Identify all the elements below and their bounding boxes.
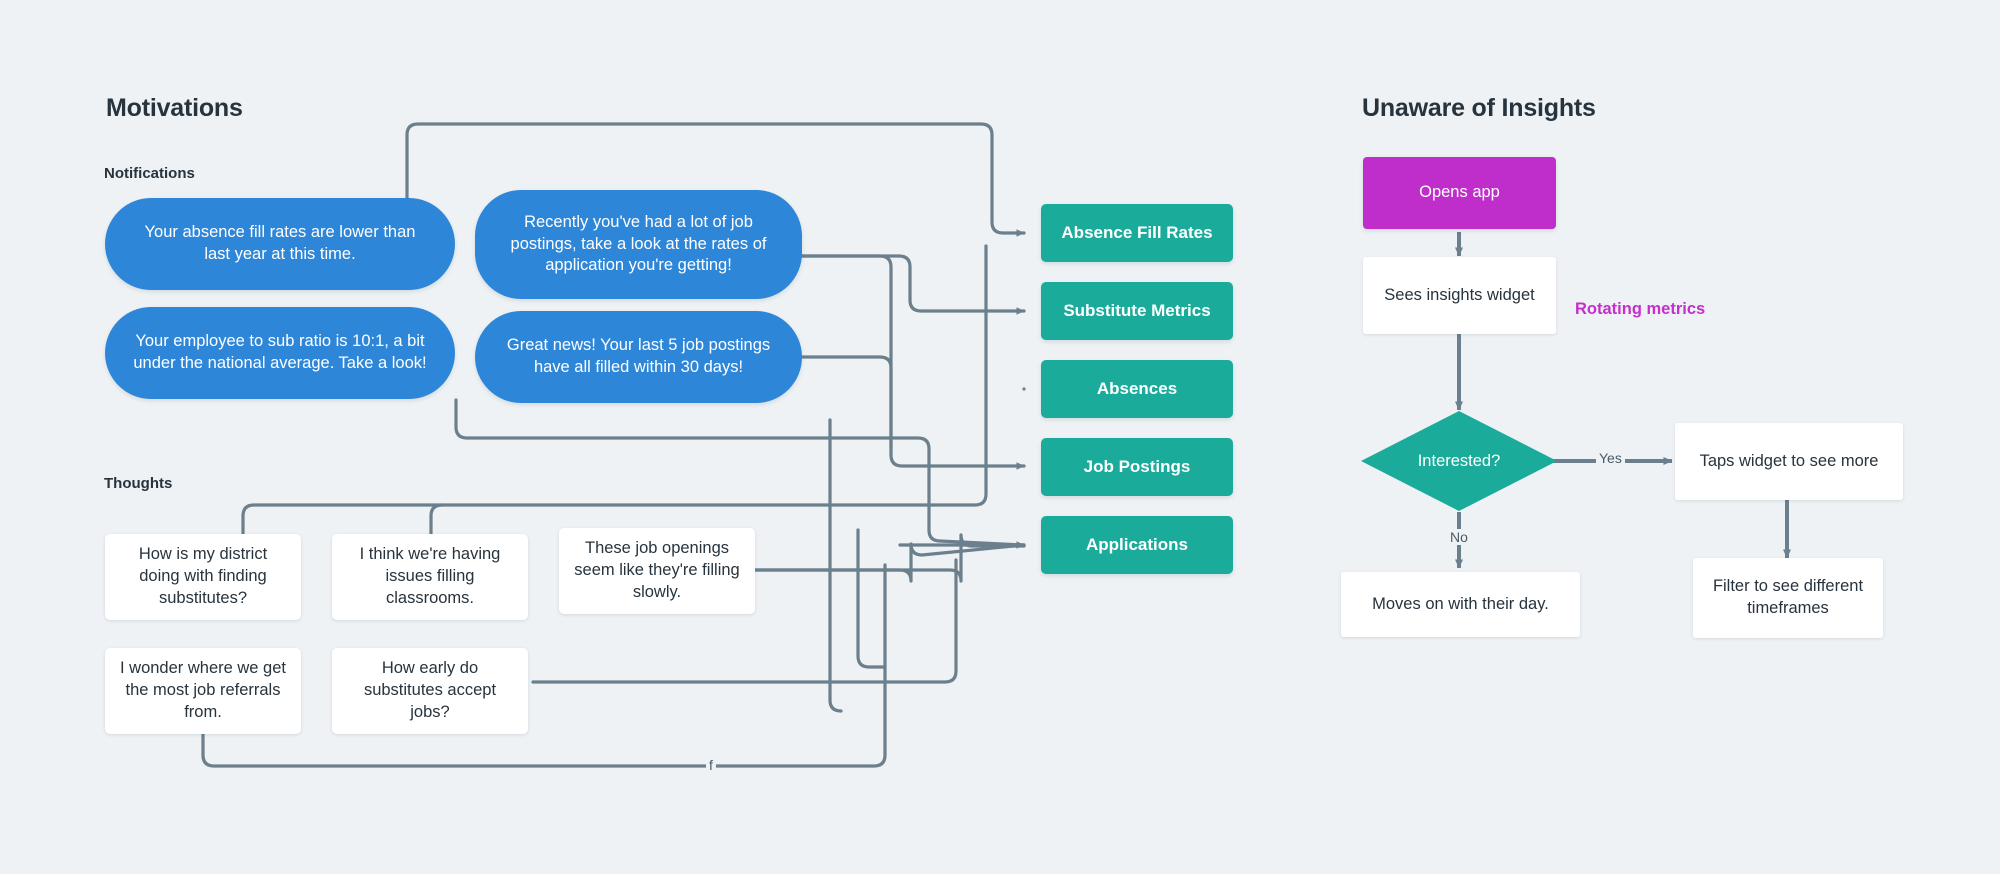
diagram-canvas: Motivations Notifications Thoughts Your … bbox=[0, 0, 2000, 874]
connector-riser-a bbox=[828, 418, 843, 713]
group-label-notifications: Notifications bbox=[104, 165, 195, 182]
connector-n2-to-g4 bbox=[800, 254, 1026, 470]
notification-bubble-3[interactable]: Your employee to sub ratio is 10:1, a bi… bbox=[105, 307, 455, 399]
target-box-applications[interactable]: Applications bbox=[1041, 516, 1233, 574]
thought-card-3[interactable]: These job openings seem like they're fil… bbox=[559, 528, 755, 614]
group-label-thoughts: Thoughts bbox=[104, 475, 173, 492]
flow-node-opens-app[interactable]: Opens app bbox=[1363, 157, 1556, 229]
target-box-job-postings[interactable]: Job Postings bbox=[1041, 438, 1233, 496]
flow-node-moves-on[interactable]: Moves on with their day. bbox=[1341, 572, 1580, 637]
target-box-substitute-metrics[interactable]: Substitute Metrics bbox=[1041, 282, 1233, 340]
connector-t4-bottom-loop bbox=[201, 563, 887, 768]
connector-n3-to-g3 bbox=[454, 398, 1026, 547]
connector-label-f: f bbox=[706, 757, 716, 773]
flow-node-taps-widget[interactable]: Taps widget to see more bbox=[1675, 423, 1903, 500]
flow-annotation-rotating-metrics: Rotating metrics bbox=[1575, 300, 1706, 318]
connector-t3-rail-applications bbox=[751, 533, 1026, 583]
flow-node-filter-timeframes[interactable]: Filter to see different timeframes bbox=[1693, 558, 1883, 638]
flow-edge-label-yes: Yes bbox=[1596, 450, 1625, 466]
thought-card-1[interactable]: How is my district doing with finding su… bbox=[105, 534, 301, 620]
page-title-unaware-of-insights: Unaware of Insights bbox=[1362, 94, 1596, 122]
page-title-motivations: Motivations bbox=[106, 94, 243, 122]
notification-bubble-2[interactable]: Recently you've had a lot of job posting… bbox=[475, 190, 802, 299]
flow-node-sees-insights-widget[interactable]: Sees insights widget bbox=[1363, 257, 1556, 334]
notification-bubble-1[interactable]: Your absence fill rates are lower than l… bbox=[105, 198, 455, 290]
target-box-absences[interactable]: Absences bbox=[1041, 360, 1233, 418]
connector-riser-b bbox=[856, 528, 886, 669]
connector-t3-to-g5 bbox=[751, 542, 1026, 583]
flow-node-interested-decision[interactable]: Interested? bbox=[1360, 410, 1558, 512]
thought-card-4[interactable]: I wonder where we get the most job refer… bbox=[105, 648, 301, 734]
connector-t2-stub bbox=[429, 503, 444, 536]
target-box-absence-fill-rates[interactable]: Absence Fill Rates bbox=[1041, 204, 1233, 262]
diamond-shape bbox=[1361, 411, 1557, 511]
thought-card-2[interactable]: I think we're having issues filling clas… bbox=[332, 534, 528, 620]
connector-n4-to-g2 bbox=[800, 355, 893, 450]
connector-n2-to-g2 bbox=[800, 254, 1026, 315]
thought-card-5[interactable]: How early do substitutes accept jobs? bbox=[332, 648, 528, 734]
notification-bubble-4[interactable]: Great news! Your last 5 job postings hav… bbox=[475, 311, 802, 403]
flow-edge-label-no: No bbox=[1447, 529, 1471, 545]
